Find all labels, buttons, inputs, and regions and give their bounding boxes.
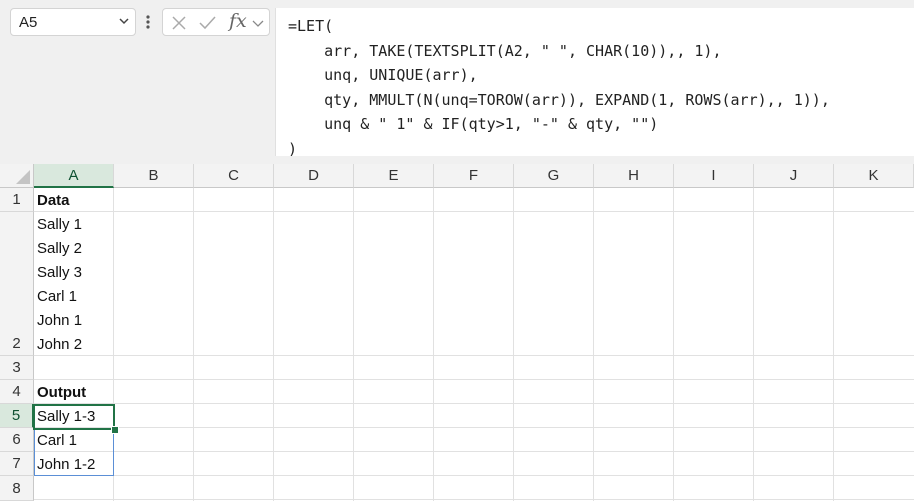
select-all-corner[interactable] (0, 164, 34, 188)
cell-a4[interactable]: Output (37, 381, 86, 405)
formula-line: arr, TAKE(TEXTSPLIT(A2, " ", CHAR(10)),,… (288, 41, 722, 60)
gridline (193, 188, 194, 501)
cell-a1[interactable]: Data (37, 189, 70, 213)
gridline (513, 188, 514, 501)
row-header-7[interactable]: 7 (0, 452, 34, 476)
cell-a2-line[interactable]: John 1 (37, 309, 82, 333)
formula-input[interactable]: =LET( arr, TAKE(TEXTSPLIT(A2, " ", CHAR(… (275, 8, 914, 158)
formula-line: unq & " 1" & IF(qty>1, "-" & qty, "") (288, 115, 659, 133)
gridline (34, 427, 914, 428)
gridline (34, 355, 914, 356)
row-header-4[interactable]: 4 (0, 380, 34, 404)
row-number: 8 (12, 480, 21, 497)
gridline (34, 475, 914, 476)
chevron-down-icon[interactable] (251, 13, 265, 33)
name-box[interactable]: A5 (10, 8, 136, 36)
column-header-d[interactable]: D (274, 164, 354, 188)
cell-a2-line[interactable]: Sally 3 (37, 261, 82, 285)
column-header-a[interactable]: A (34, 164, 114, 188)
cell-a2-line[interactable]: Carl 1 (37, 285, 77, 309)
row-number: 7 (12, 455, 21, 472)
select-all-icon (16, 170, 30, 184)
gridline (353, 188, 354, 501)
column-header-g[interactable]: G (514, 164, 594, 188)
gridline (34, 451, 914, 452)
column-header-f[interactable]: F (434, 164, 514, 188)
column-header-h[interactable]: H (594, 164, 674, 188)
gridline (833, 188, 834, 501)
row-header-5[interactable]: 5 (0, 404, 34, 428)
active-cell-outline (33, 404, 115, 430)
fx-icon[interactable]: fx (229, 10, 247, 32)
column-header-j[interactable]: J (754, 164, 834, 188)
gridline (34, 403, 914, 404)
more-options-icon[interactable] (143, 12, 153, 32)
gridline (673, 188, 674, 501)
gridline (34, 379, 914, 380)
row-number: 4 (12, 383, 21, 400)
column-header-c[interactable]: C (194, 164, 274, 188)
gridline (34, 211, 914, 212)
gridline (34, 499, 914, 500)
row-number: 3 (12, 359, 21, 376)
gridline (753, 188, 754, 501)
formula-line: ) (288, 139, 298, 158)
gridline (433, 188, 434, 501)
column-header-b[interactable]: B (114, 164, 194, 188)
formula-line: qty, MMULT(N(unq=TOROW(arr)), EXPAND(1, … (288, 90, 830, 109)
column-header-k[interactable]: K (834, 164, 914, 188)
gridline (273, 188, 274, 501)
row-header-8[interactable]: 8 (0, 476, 34, 501)
row-header-3[interactable]: 3 (0, 356, 34, 380)
column-header-e[interactable]: E (354, 164, 434, 188)
row-header-6[interactable]: 6 (0, 428, 34, 452)
check-icon[interactable] (197, 13, 217, 33)
worksheet-grid[interactable]: A B C D E F G H I J K 1 2 3 4 5 6 7 8 Da… (0, 164, 914, 501)
row-number: 5 (11, 407, 21, 424)
row-header-2[interactable]: 2 (0, 212, 34, 356)
row-number: 1 (12, 191, 21, 208)
formula-bar-controls: fx (162, 8, 270, 36)
x-icon[interactable] (169, 13, 189, 33)
name-box-value: A5 (19, 14, 38, 31)
cell-a2-line[interactable]: John 2 (37, 333, 82, 357)
row-number: 2 (12, 335, 21, 352)
cell-a2-line[interactable]: Sally 1 (37, 213, 82, 237)
formula-line: unq, UNIQUE(arr), (288, 66, 478, 84)
row-number: 6 (12, 431, 21, 448)
fill-handle[interactable] (111, 426, 119, 434)
cell-a2-line[interactable]: Sally 2 (37, 237, 82, 261)
gridline (593, 188, 594, 501)
column-header-i[interactable]: I (674, 164, 754, 188)
formula-text: =LET( arr, TAKE(TEXTSPLIT(A2, " ", CHAR(… (288, 14, 830, 161)
chevron-down-icon[interactable] (117, 14, 131, 28)
row-header-1[interactable]: 1 (0, 188, 34, 212)
formula-line: =LET( (288, 17, 334, 35)
